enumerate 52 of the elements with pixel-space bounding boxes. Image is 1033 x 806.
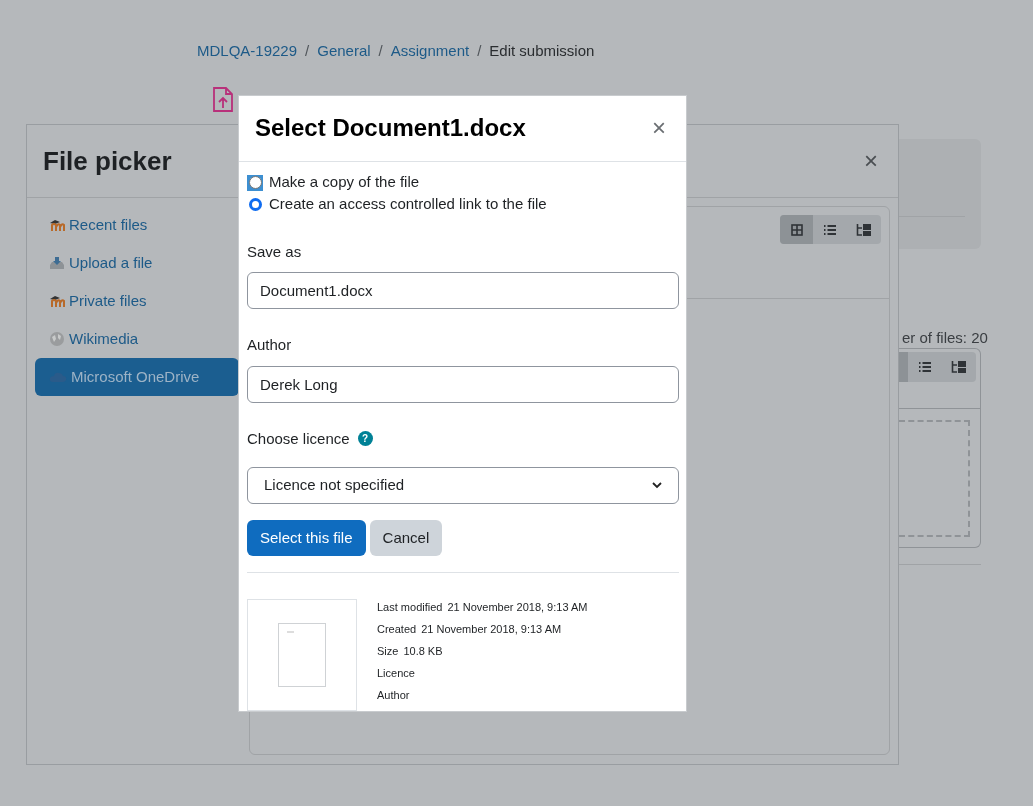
radio-option[interactable]: Create an access controlled link to the file [247, 193, 678, 216]
view-toggle-button[interactable] [899, 352, 908, 382]
detail-label: Size [377, 643, 399, 659]
field-label: Save as [247, 241, 303, 262]
chevron-down-icon [652, 482, 662, 489]
moodle-logo-icon [49, 219, 65, 231]
window-title: File picker [43, 144, 172, 178]
repository-item[interactable]: Upload a file [35, 244, 239, 282]
cancel-button[interactable]: Cancel [369, 520, 443, 556]
close-button[interactable]: × [648, 116, 670, 141]
breadcrumb-separator: / [305, 41, 310, 61]
dialog-title: Select Document1.docx [255, 113, 526, 144]
repository-item[interactable]: Private files [35, 282, 239, 320]
repository-item[interactable]: Microsoft OneDrive [35, 358, 239, 396]
breadcrumb-separator: / [378, 41, 383, 61]
upload-tray-icon [49, 255, 65, 271]
grid-view-icon [790, 223, 803, 236]
breadcrumb-link[interactable]: Assignment [390, 40, 470, 63]
detail-value: 10.8 KB [403, 643, 443, 659]
file-upload-icon [212, 86, 234, 113]
field-label: Choose licence [247, 428, 350, 449]
globe-icon [49, 331, 65, 347]
radio-option[interactable]: Make a copy of the file [247, 171, 678, 194]
radio-button[interactable] [247, 174, 263, 191]
detail-label: Last modified [377, 599, 443, 615]
radio-button[interactable] [247, 196, 263, 213]
tree-view-icon [856, 222, 872, 237]
breadcrumb-separator: / [477, 41, 482, 61]
document-preview-icon [278, 623, 326, 687]
repository-item[interactable]: Wikimedia [35, 320, 239, 358]
detail-value: 21 November 2018, 9:13 AM [447, 599, 588, 615]
list-view-icon [823, 223, 837, 236]
detail-label: Author [377, 687, 410, 703]
field-label: Author [247, 335, 293, 355]
breadcrumb-link[interactable]: MDLQA-19229 [197, 40, 298, 63]
detail-value: 21 November 2018, 9:13 AM [421, 621, 562, 637]
text-input[interactable]: Document1.docx [247, 272, 679, 309]
help-icon[interactable]: ? [357, 431, 373, 447]
moodle-logo-icon [49, 295, 65, 307]
text-input[interactable]: Derek Long [247, 365, 679, 403]
repository-item[interactable]: Recent files [35, 206, 239, 244]
licence-select[interactable]: Licence not specified [247, 467, 679, 504]
select-file-button[interactable]: Select this file [247, 520, 366, 556]
detail-label: Licence [377, 665, 415, 681]
close-button[interactable]: × [860, 149, 882, 173]
breadcrumb-current: Edit submission [489, 41, 595, 61]
list-view-icon [918, 361, 932, 373]
tree-view-icon [951, 360, 967, 374]
detail-label: Created [377, 621, 417, 637]
view-toggle-button[interactable] [780, 215, 813, 244]
breadcrumb-link[interactable]: General [317, 40, 371, 63]
file-count-text: er of files: 20 [902, 328, 988, 348]
